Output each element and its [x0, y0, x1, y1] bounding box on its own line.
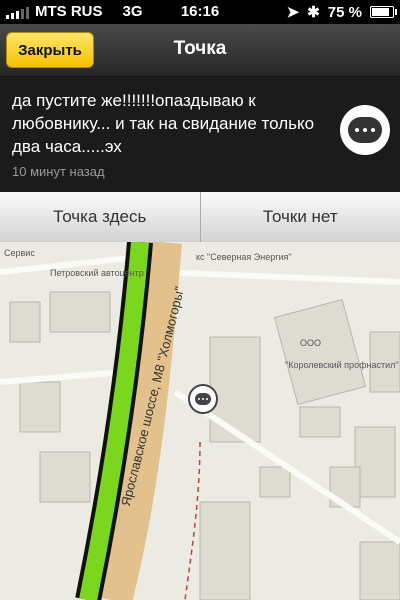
- message-panel: да пустите же!!!!!!!опаздываю к любовник…: [0, 77, 400, 192]
- map-label-petro: Петровский автоцентр: [50, 268, 144, 278]
- action-buttons: Точка здесь Точки нет: [0, 192, 400, 242]
- map-view[interactable]: Сервис Петровский автоцентр кс "Северная…: [0, 242, 400, 600]
- map-label-energy: кс "Северная Энергия": [196, 252, 292, 262]
- no-point-button[interactable]: Точки нет: [200, 192, 400, 242]
- comment-button[interactable]: [340, 105, 390, 155]
- map-canvas: [0, 242, 400, 600]
- message-time: 10 минут назад: [12, 164, 105, 179]
- location-icon: ➤: [286, 4, 300, 21]
- map-label-ooo: ООО: [300, 338, 322, 348]
- status-bar: MTS RUS 3G 16:16 ➤ ✱ 75 %: [0, 0, 400, 24]
- chat-bubble-icon: [195, 393, 211, 405]
- battery-icon: [370, 6, 397, 18]
- bluetooth-icon: ✱: [307, 4, 320, 21]
- map-label-servis: Сервис: [4, 248, 35, 258]
- message-text: да пустите же!!!!!!!опаздываю к любовник…: [12, 91, 315, 156]
- map-label-korol: "Королевский профнастил": [285, 360, 399, 370]
- battery-percent: 75 %: [327, 3, 362, 21]
- chat-bubble-icon: [348, 117, 382, 143]
- navigation-bar: Закрыть Точка: [0, 24, 400, 77]
- event-pin[interactable]: [188, 384, 218, 414]
- point-here-button[interactable]: Точка здесь: [0, 192, 201, 242]
- status-right: ➤ ✱ 75 %: [286, 3, 397, 21]
- page-title: Точка: [173, 38, 227, 59]
